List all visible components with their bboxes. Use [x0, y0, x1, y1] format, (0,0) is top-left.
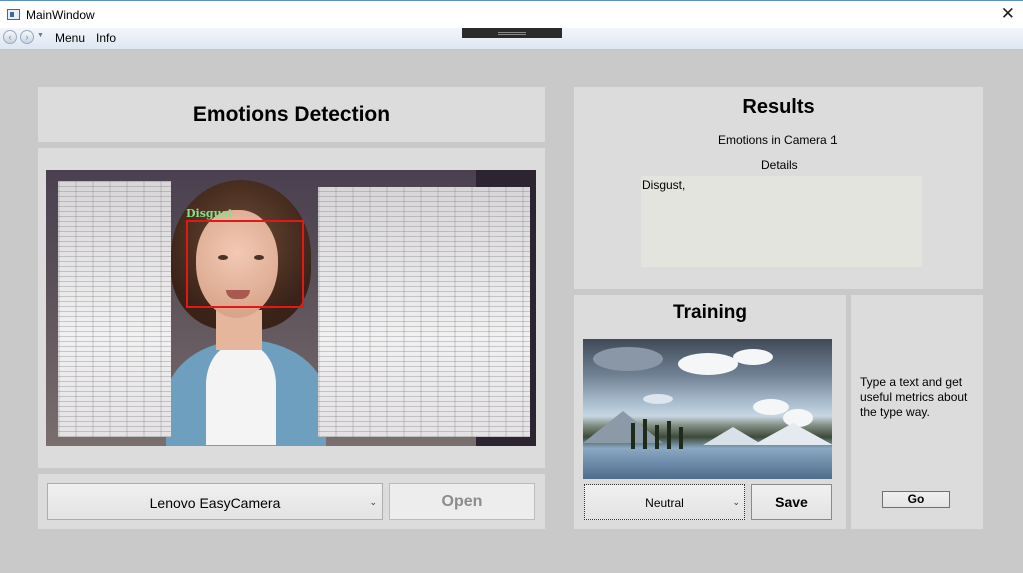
open-button[interactable]: Open: [389, 483, 535, 520]
app-icon: [7, 9, 20, 20]
details-textbox[interactable]: Disgust,: [641, 176, 922, 267]
close-button[interactable]: ✕: [1001, 5, 1015, 22]
stone-overlay-left: [58, 181, 171, 437]
forward-icon[interactable]: ›: [20, 30, 34, 44]
tree: [667, 421, 671, 449]
camera-feed: Disgust: [46, 170, 536, 446]
details-text: Disgust,: [642, 178, 686, 192]
details-label: Details: [761, 158, 798, 172]
save-button[interactable]: Save: [751, 484, 832, 520]
mountain: [753, 423, 832, 445]
tree: [643, 419, 647, 449]
emotion-select-value: Neutral: [645, 496, 684, 510]
title-bar: MainWindow ✕: [0, 0, 1023, 28]
mountain: [583, 411, 663, 443]
nav-dropdown-icon[interactable]: ▼: [37, 32, 44, 39]
window-drag-grip[interactable]: [462, 28, 562, 38]
cloud: [753, 399, 789, 415]
training-image: [583, 339, 832, 479]
window-title: MainWindow: [26, 8, 95, 22]
chevron-down-icon: ⌄: [369, 497, 377, 507]
chevron-down-icon: ⌄: [732, 497, 740, 507]
stone-overlay-right: [318, 187, 530, 437]
emotions-count-value: 1: [831, 133, 838, 147]
go-button[interactable]: Go: [882, 491, 950, 508]
emotion-select[interactable]: Neutral ⌄: [584, 484, 745, 520]
menu-item-info[interactable]: Info: [96, 31, 116, 45]
tree: [631, 423, 635, 449]
camera-select-value: Lenovo EasyCamera: [149, 495, 281, 511]
cloud: [643, 394, 673, 404]
tree: [679, 427, 683, 449]
back-icon[interactable]: ‹: [3, 30, 17, 44]
typing-description: Type a text and get useful metrics about…: [860, 375, 968, 419]
cloud-dark: [593, 347, 663, 371]
emotions-count-label: Emotions in Camera :: [718, 133, 834, 147]
cloud: [678, 353, 738, 375]
face-emotion-label: Disgust: [186, 207, 233, 220]
cloud: [733, 349, 773, 365]
emotions-detection-title: Emotions Detection: [192, 103, 391, 126]
camera-select[interactable]: Lenovo EasyCamera ⌄: [47, 483, 383, 520]
face-detection-box: [186, 220, 304, 308]
emotions-detection-header: Emotions Detection: [38, 87, 545, 142]
training-title: Training: [673, 302, 747, 323]
tree: [655, 425, 659, 449]
menu-item-menu[interactable]: Menu: [55, 31, 85, 45]
results-title: Results: [742, 96, 815, 118]
person-shirt: [206, 345, 276, 445]
